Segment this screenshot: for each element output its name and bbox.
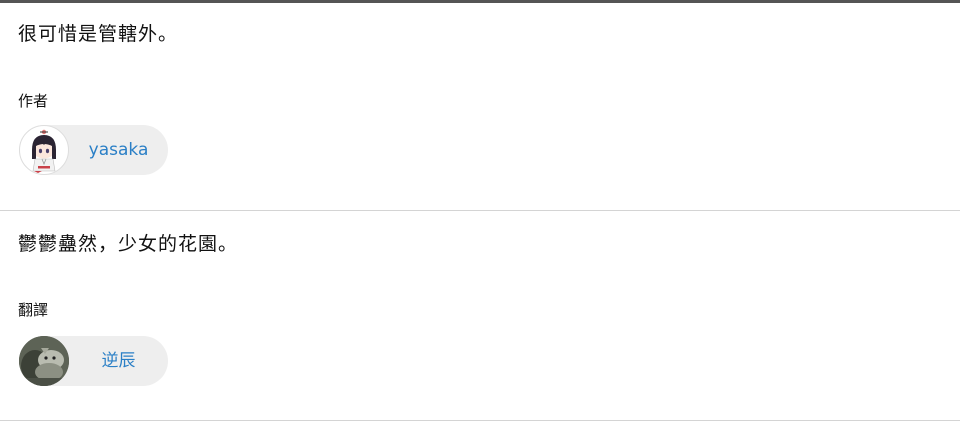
role-label-author: 作者: [18, 92, 49, 110]
role-label-translator: 翻譯: [18, 301, 49, 319]
photo-avatar-icon: [19, 336, 69, 386]
section-quote: 鬱鬱蠱然，少女的花園。: [18, 233, 239, 255]
credits-page: 很可惜是管轄外。 作者 yasaka 鬱鬱蠱然，少女的花園。 翻譯 逆辰: [0, 0, 960, 421]
translator-chip[interactable]: 逆辰: [19, 336, 168, 386]
translator-section: 鬱鬱蠱然，少女的花園。 翻譯 逆辰: [0, 212, 960, 421]
anime-girl-avatar-icon: [19, 125, 69, 175]
section-quote: 很可惜是管轄外。: [18, 23, 179, 45]
author-section: 很可惜是管轄外。 作者 yasaka: [0, 3, 960, 211]
author-name-link[interactable]: yasaka: [69, 125, 168, 175]
author-chip[interactable]: yasaka: [19, 125, 168, 175]
translator-name-link[interactable]: 逆辰: [69, 336, 168, 386]
